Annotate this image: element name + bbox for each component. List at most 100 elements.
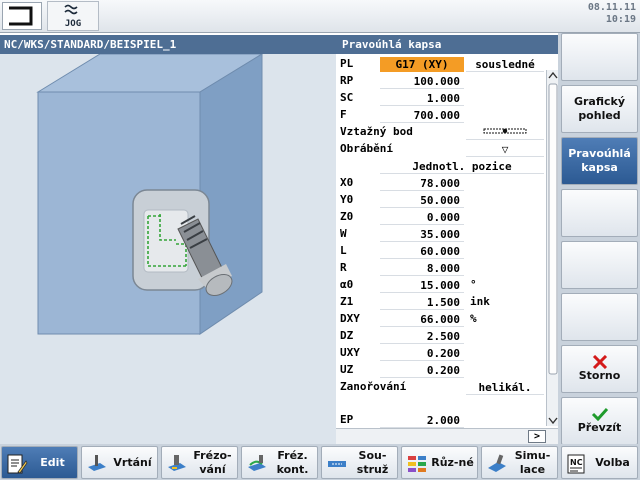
param-row-x0: X0 78.000 bbox=[336, 175, 546, 191]
param-name: SC bbox=[340, 91, 354, 104]
param-row-rp: RP 100.000 bbox=[336, 73, 546, 89]
drilling-softkey[interactable]: Vrtání bbox=[81, 446, 158, 479]
param-name: EP bbox=[340, 413, 354, 426]
softkey-v4[interactable] bbox=[561, 189, 638, 237]
param-row-y0: Y0 50.000 bbox=[336, 192, 546, 208]
param-row-ep: EP 2.000 bbox=[336, 412, 546, 428]
param-row-alpha0: α0 15.000 ° bbox=[336, 277, 546, 293]
param-value-field[interactable]: 700.000 bbox=[380, 108, 464, 123]
mode-label: JOG bbox=[64, 19, 82, 29]
param-unit[interactable]: ink bbox=[470, 294, 490, 310]
date-time: 08.11.11 10:19 bbox=[566, 2, 636, 26]
turning-label: Sou-struž bbox=[356, 448, 389, 476]
select-softkey[interactable]: NC Volba bbox=[561, 446, 638, 479]
plane-select[interactable]: G17 (XY) bbox=[380, 57, 464, 72]
param-value-field[interactable]: 0.200 bbox=[380, 363, 464, 378]
accept-softkey[interactable]: Převzít bbox=[561, 397, 638, 445]
param-name: Y0 bbox=[340, 193, 354, 206]
param-row-pl: PL G17 (XY) sousledné bbox=[336, 56, 546, 72]
param-value-field[interactable]: 60.000 bbox=[380, 244, 464, 259]
contour-milling-icon bbox=[248, 455, 266, 471]
milling-icon bbox=[168, 455, 186, 471]
param-name: Zanořování bbox=[340, 380, 407, 393]
workpiece-pocket-graphic bbox=[36, 53, 264, 335]
param-value-field[interactable]: 2.000 bbox=[380, 413, 464, 428]
edit-icon bbox=[7, 454, 28, 474]
milling-direction-toggle[interactable]: sousledné bbox=[466, 57, 544, 72]
softkey-v1[interactable] bbox=[561, 33, 638, 81]
drilling-icon bbox=[88, 455, 106, 471]
cancel-softkey[interactable]: Storno bbox=[561, 345, 638, 393]
help-graphic bbox=[0, 53, 336, 444]
time: 10:19 bbox=[605, 14, 636, 25]
param-row-dxy: DXY 66.000 % bbox=[336, 311, 546, 327]
drilling-label: Vrtání bbox=[113, 455, 152, 469]
insertion-mode-toggle[interactable]: helikál. bbox=[466, 380, 544, 395]
nc-select-icon: NC bbox=[567, 454, 585, 474]
jog-mode-icon: JOG bbox=[47, 1, 99, 31]
param-value-field[interactable]: 15.000 bbox=[380, 278, 464, 293]
param-value-field[interactable]: 35.000 bbox=[380, 227, 464, 242]
parameter-form: PL G17 (XY) sousledné RP 100.000 SC 1.00… bbox=[336, 54, 558, 428]
machining-toggle[interactable]: ▽ bbox=[466, 142, 544, 157]
param-row-reference-point: Vztažný bod bbox=[336, 124, 546, 140]
back-arrow-icon bbox=[9, 6, 33, 26]
turning-softkey[interactable]: Sou-struž bbox=[321, 446, 398, 479]
contour-milling-softkey[interactable]: Fréz. kont. bbox=[241, 446, 318, 479]
vertical-softkey-bar: Grafický pohled Pravoúhlá kapsa Storno P… bbox=[558, 33, 640, 445]
param-name: α0 bbox=[340, 278, 354, 291]
param-name: W bbox=[340, 227, 347, 240]
param-value-field[interactable]: 0.200 bbox=[380, 346, 464, 361]
param-row-dz: DZ 2.500 bbox=[336, 328, 546, 344]
milling-softkey[interactable]: Frézo-vání bbox=[161, 446, 238, 479]
param-row-machining: Obrábění ▽ bbox=[336, 141, 546, 157]
param-value-field[interactable]: 100.000 bbox=[380, 74, 464, 89]
cancel-label: Storno bbox=[578, 369, 621, 382]
form-title: Pravoúhlá kapsa bbox=[336, 35, 558, 54]
various-label: Růz-né bbox=[431, 455, 474, 469]
param-row-w: W 35.000 bbox=[336, 226, 546, 242]
param-name: Z0 bbox=[340, 210, 354, 223]
date: 08.11.11 bbox=[587, 2, 636, 13]
reference-point-toggle[interactable] bbox=[466, 125, 544, 140]
param-name: F bbox=[340, 108, 347, 121]
edit-softkey[interactable]: Edit bbox=[1, 446, 78, 479]
scroll-right-button[interactable]: > bbox=[528, 430, 546, 443]
form-vertical-scrollbar[interactable] bbox=[546, 70, 558, 426]
param-value-field[interactable]: 1.000 bbox=[380, 91, 464, 106]
horizontal-softkey-bar: Edit Vrtání Frézo-vání Fréz. kont. Sou-s… bbox=[0, 444, 640, 480]
param-unit: ° bbox=[470, 278, 477, 291]
back-button[interactable] bbox=[2, 2, 42, 30]
param-value-field[interactable]: 8.000 bbox=[380, 261, 464, 276]
svg-text:NC: NC bbox=[570, 458, 583, 467]
param-value-field[interactable]: 50.000 bbox=[380, 193, 464, 208]
position-mode-toggle[interactable]: Jednotl. pozice bbox=[380, 159, 544, 174]
param-name: PL bbox=[340, 57, 354, 70]
accept-label: Převzít bbox=[577, 421, 622, 434]
param-unit[interactable]: % bbox=[470, 311, 477, 327]
param-row-l: L 60.000 bbox=[336, 243, 546, 259]
reference-point-icon bbox=[483, 128, 527, 134]
param-value-field[interactable]: 2.500 bbox=[380, 329, 464, 344]
softkey-v5[interactable] bbox=[561, 241, 638, 289]
param-row-r: R 8.000 bbox=[336, 260, 546, 276]
program-path: NC/WKS/STANDARD/BEISPIEL_1 bbox=[0, 35, 336, 54]
param-row-z0: Z0 0.000 bbox=[336, 209, 546, 225]
param-row-f: F 700.000 bbox=[336, 107, 546, 123]
simulation-softkey[interactable]: Simu-lace bbox=[481, 446, 558, 479]
various-softkey[interactable]: Růz-né bbox=[401, 446, 478, 479]
simulation-label: Simu-lace bbox=[514, 448, 551, 476]
edit-label: Edit bbox=[40, 455, 65, 469]
param-name: RP bbox=[340, 74, 354, 87]
form-horizontal-scrollbar[interactable]: > bbox=[336, 428, 558, 444]
softkey-v6[interactable] bbox=[561, 293, 638, 341]
select-label: Volba bbox=[595, 455, 630, 469]
param-value-field[interactable]: 0.000 bbox=[380, 210, 464, 225]
graphic-view-softkey[interactable]: Grafický pohled bbox=[561, 85, 638, 133]
rectangular-pocket-softkey[interactable]: Pravoúhlá kapsa bbox=[561, 137, 638, 185]
param-value-field[interactable]: 78.000 bbox=[380, 176, 464, 191]
param-row-sc: SC 1.000 bbox=[336, 90, 546, 106]
param-value-field[interactable]: 1.500 bbox=[380, 295, 464, 310]
param-value-field[interactable]: 66.000 bbox=[380, 312, 464, 327]
cancel-x-icon bbox=[592, 355, 607, 369]
